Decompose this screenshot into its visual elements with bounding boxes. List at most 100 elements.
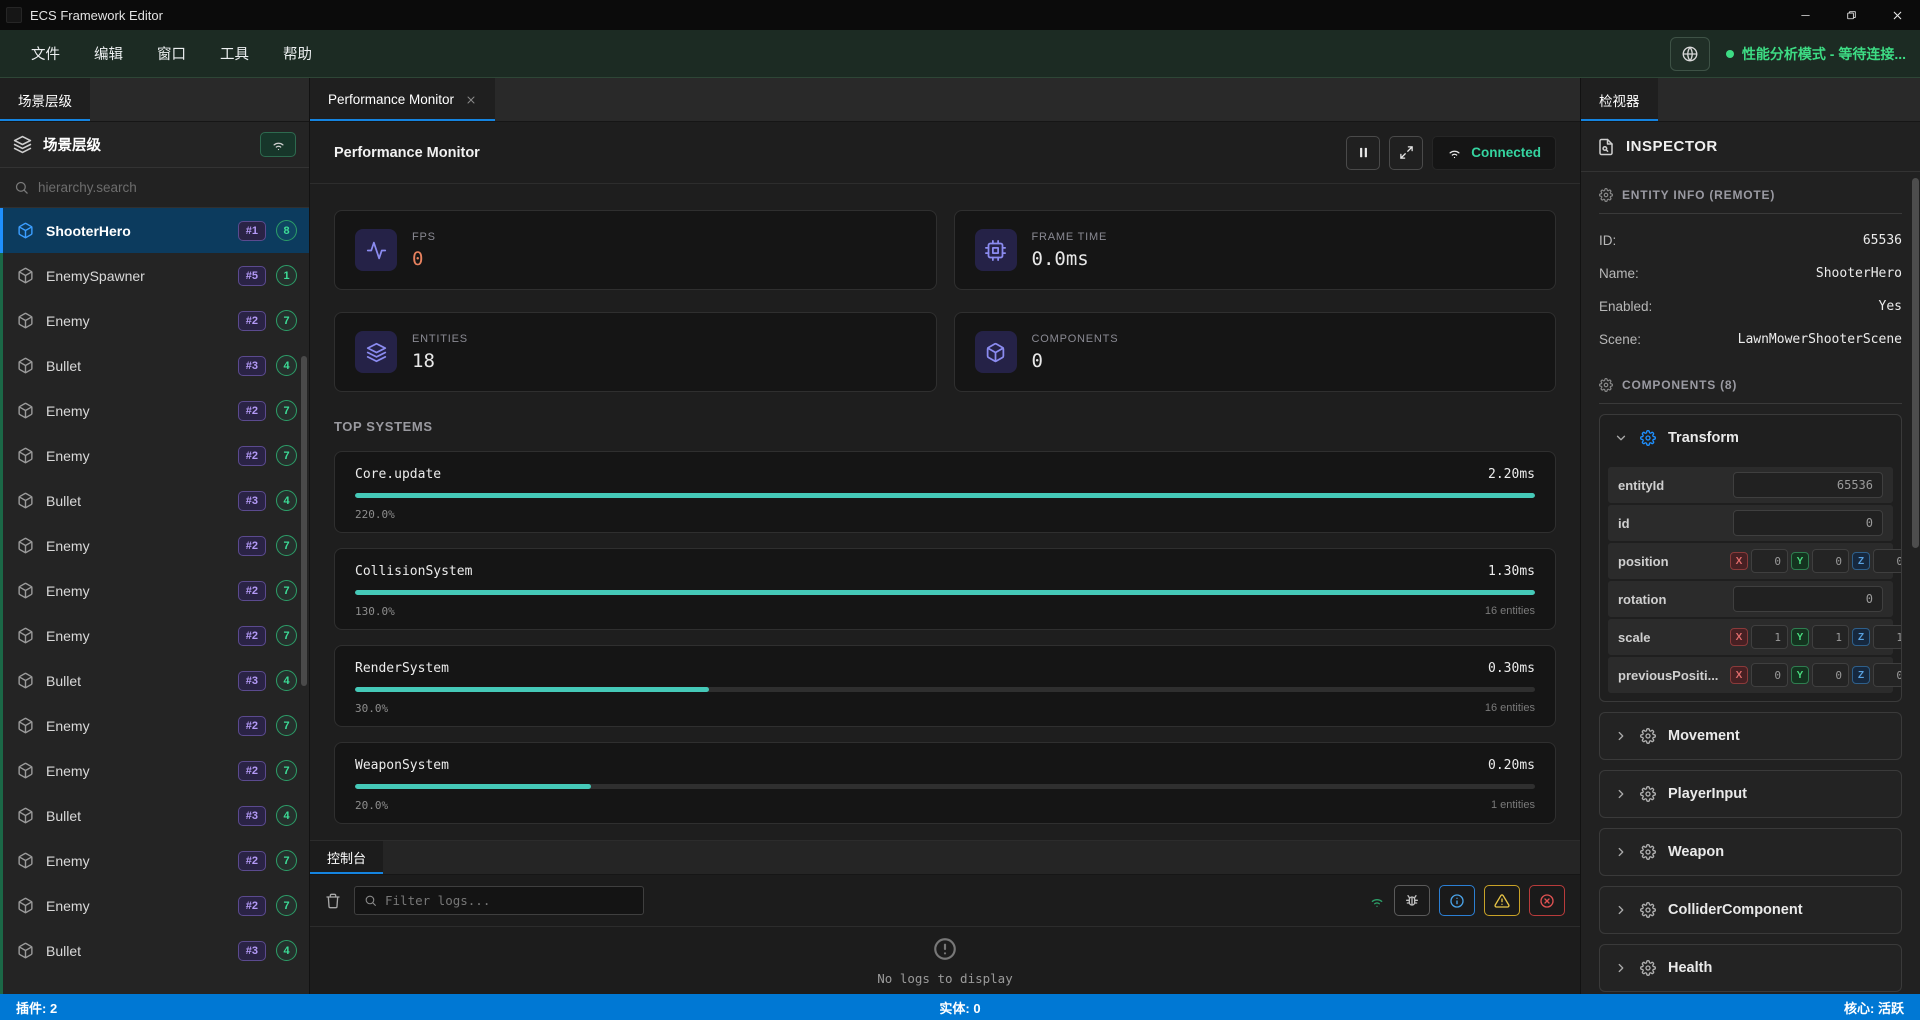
- language-globe-button[interactable]: [1670, 37, 1710, 71]
- component-header[interactable]: Health: [1600, 945, 1901, 991]
- menu-item[interactable]: 窗口: [140, 43, 203, 64]
- entity-cube-icon: [17, 717, 34, 734]
- stat-label: FRAME TIME: [1032, 231, 1108, 243]
- hierarchy-entity-row[interactable]: Enemy #2 7: [0, 568, 309, 613]
- entity-info-row: ID: 65536: [1599, 224, 1902, 257]
- y-input[interactable]: 0: [1812, 549, 1849, 573]
- menu-item[interactable]: 帮助: [266, 43, 329, 64]
- cpu-icon: [985, 240, 1006, 261]
- component-name: Movement: [1668, 728, 1740, 744]
- debug-filter-button[interactable]: [1394, 885, 1430, 916]
- entity-badges: #2 7: [238, 850, 297, 871]
- entity-info-rows: ID: 65536 Name: ShooterHero Enabled: Yes…: [1599, 224, 1902, 356]
- component-count-badge: 7: [276, 580, 297, 601]
- hierarchy-entity-row[interactable]: Enemy #2 7: [0, 298, 309, 343]
- x-input[interactable]: 1: [1751, 625, 1788, 649]
- tab-console-label: 控制台: [327, 848, 366, 867]
- hierarchy-title: 场景层级: [43, 134, 101, 155]
- y-input[interactable]: 0: [1812, 663, 1849, 687]
- transform-component-header[interactable]: Transform: [1600, 415, 1901, 461]
- stat-value: 18: [412, 350, 468, 372]
- expand-button[interactable]: [1389, 136, 1423, 170]
- error-filter-button[interactable]: [1529, 885, 1565, 916]
- entity-cube-icon: [17, 807, 34, 824]
- hierarchy-entity-row[interactable]: Bullet #3 4: [0, 658, 309, 703]
- minimize-button[interactable]: [1782, 0, 1828, 30]
- z-input[interactable]: 0: [1873, 549, 1902, 573]
- hierarchy-entity-row[interactable]: Enemy #2 7: [0, 883, 309, 928]
- hierarchy-entity-row[interactable]: EnemySpawner #5 1: [0, 253, 309, 298]
- inspector-scrollbar[interactable]: [1912, 178, 1919, 548]
- info-filter-button[interactable]: [1439, 885, 1475, 916]
- x-input[interactable]: 0: [1751, 549, 1788, 573]
- entity-badges: #2 7: [238, 310, 297, 331]
- entity-cube-icon: [17, 852, 34, 869]
- hierarchy-scrollbar[interactable]: [301, 356, 307, 686]
- hierarchy-entity-row[interactable]: Enemy #2 7: [0, 613, 309, 658]
- hierarchy-entity-row[interactable]: Bullet #3 4: [0, 478, 309, 523]
- hierarchy-entity-row[interactable]: Bullet #3 4: [0, 343, 309, 388]
- hierarchy-entity-row[interactable]: Enemy #2 7: [0, 433, 309, 478]
- trash-icon: [325, 893, 341, 909]
- tab-console[interactable]: 控制台: [310, 841, 383, 874]
- hierarchy-connection-button[interactable]: [260, 132, 296, 157]
- tab-hierarchy[interactable]: 场景层级: [0, 78, 90, 121]
- archetype-badge: #3: [238, 941, 266, 961]
- component-count-badge: 7: [276, 715, 297, 736]
- y-input[interactable]: 1: [1812, 625, 1849, 649]
- tab-inspector[interactable]: 检视器: [1581, 78, 1658, 121]
- axis-x-badge: X: [1730, 666, 1748, 684]
- close-tab-icon[interactable]: [465, 94, 477, 106]
- property-input[interactable]: 0: [1733, 586, 1883, 612]
- z-input[interactable]: 0: [1873, 663, 1902, 687]
- component-header[interactable]: Movement: [1600, 713, 1901, 759]
- inspector-tabstrip: 检视器: [1581, 78, 1920, 122]
- hierarchy-entity-row[interactable]: Bullet #3 4: [0, 928, 309, 973]
- hierarchy-entity-row[interactable]: Enemy #2 7: [0, 388, 309, 433]
- hierarchy-search-input[interactable]: [38, 180, 295, 195]
- menu-item[interactable]: 编辑: [77, 43, 140, 64]
- property-input[interactable]: 65536: [1733, 472, 1883, 498]
- pause-button[interactable]: [1346, 136, 1380, 170]
- log-filter-input[interactable]: [385, 893, 634, 908]
- property-label: rotation: [1618, 592, 1730, 607]
- clear-logs-button[interactable]: [325, 893, 341, 909]
- x-input[interactable]: 0: [1751, 663, 1788, 687]
- component-header[interactable]: Weapon: [1600, 829, 1901, 875]
- statusbar-plugins: 插件: 2: [16, 998, 57, 1017]
- system-card: WeaponSystem 0.20ms 20.0% 1 entities: [334, 742, 1556, 824]
- system-progress-fill: [355, 493, 1535, 498]
- property-input[interactable]: 0: [1733, 510, 1883, 536]
- chevron-right-icon: [1614, 787, 1628, 801]
- stat-card: ENTITIES 18: [334, 312, 937, 392]
- hierarchy-entity-row[interactable]: Enemy #2 7: [0, 838, 309, 883]
- menu-item[interactable]: 文件: [14, 43, 77, 64]
- hierarchy-entity-row[interactable]: Enemy #2 7: [0, 703, 309, 748]
- alert-circle-icon: [932, 936, 958, 962]
- tab-performance-monitor[interactable]: Performance Monitor: [310, 78, 495, 121]
- entity-name: Enemy: [46, 718, 90, 734]
- hierarchy-entity-row[interactable]: Bullet #3 4: [0, 793, 309, 838]
- warning-filter-button[interactable]: [1484, 885, 1520, 916]
- stat-value: 0: [1032, 350, 1119, 372]
- gear-icon: [1640, 844, 1656, 860]
- archetype-badge: #2: [238, 896, 266, 916]
- gear-icon: [1640, 902, 1656, 918]
- entity-badges: #2 7: [238, 400, 297, 421]
- close-window-button[interactable]: [1874, 0, 1920, 30]
- hierarchy-entity-row[interactable]: Enemy #2 7: [0, 748, 309, 793]
- components-section-header: COMPONENTS (8): [1599, 378, 1902, 404]
- hierarchy-entity-row[interactable]: Enemy #2 7: [0, 523, 309, 568]
- layers-icon: [366, 342, 387, 363]
- z-input[interactable]: 1: [1873, 625, 1902, 649]
- axis-z-badge: Z: [1852, 628, 1870, 646]
- connection-status-button[interactable]: Connected: [1432, 136, 1556, 170]
- window-title: ECS Framework Editor: [30, 8, 163, 23]
- component-header[interactable]: PlayerInput: [1600, 771, 1901, 817]
- archetype-badge: #2: [238, 311, 266, 331]
- hierarchy-entity-row[interactable]: ShooterHero #1 8: [0, 208, 309, 253]
- menu-item[interactable]: 工具: [203, 43, 266, 64]
- component-header[interactable]: ColliderComponent: [1600, 887, 1901, 933]
- empty-logs-text: No logs to display: [877, 971, 1012, 986]
- maximize-button[interactable]: [1828, 0, 1874, 30]
